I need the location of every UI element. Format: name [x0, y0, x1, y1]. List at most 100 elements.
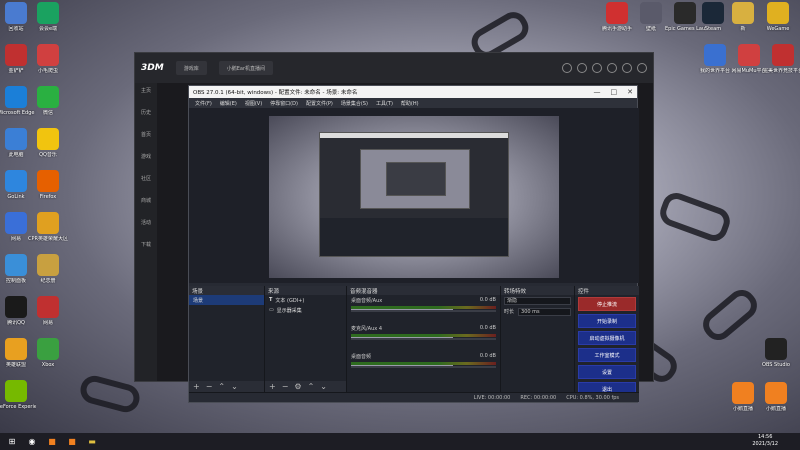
- start-recording-button[interactable]: 开始录制: [578, 314, 636, 328]
- settings-button[interactable]: 设置: [578, 365, 636, 379]
- sidebar-item[interactable]: 主页: [135, 83, 157, 105]
- sidebar-item[interactable]: 活动: [135, 215, 157, 237]
- down-icon[interactable]: ⌄: [320, 382, 327, 391]
- avatar[interactable]: [592, 63, 602, 73]
- duration-input[interactable]: 300 ms: [518, 307, 571, 316]
- desktop-icon[interactable]: 小鹅直播: [756, 382, 796, 412]
- desktop-icon[interactable]: CPR英雄荣耀大区: [28, 212, 68, 242]
- game-icon: [5, 44, 27, 66]
- desktop-icon[interactable]: QQ音乐: [28, 128, 68, 158]
- app-icon: [772, 44, 794, 66]
- source-item[interactable]: T 文本 (GDI+): [265, 295, 346, 305]
- game-icon: [606, 2, 628, 24]
- menu-docks[interactable]: 停靠窗口(D): [270, 100, 298, 107]
- launcher-tab-stream[interactable]: 小鹅Ear机直播间: [218, 61, 273, 75]
- wegame-icon: [767, 2, 789, 24]
- desktop-icon[interactable]: OBS Studio: [756, 338, 796, 368]
- game-icon: [5, 338, 27, 360]
- menu-edit[interactable]: 编辑(E): [220, 100, 237, 107]
- monitor-source-icon: ▭: [269, 307, 274, 313]
- minimize-icon[interactable]: —: [594, 88, 601, 96]
- source-item[interactable]: ▭ 显示器采集: [265, 305, 346, 315]
- desktop-icon-label: WeGame: [766, 26, 790, 32]
- desktop-icon[interactable]: WeGame: [758, 2, 798, 32]
- transition-duration-row: 时长 300 ms: [501, 306, 574, 317]
- desktop-icon[interactable]: Xbox: [28, 338, 68, 368]
- desktop-icon[interactable]: GeForce Experience: [0, 380, 36, 410]
- desktop-icon[interactable]: 完美世界竞技平台: [763, 44, 800, 74]
- sidebar-item[interactable]: 游戏: [135, 149, 157, 171]
- heart-icon[interactable]: [577, 63, 587, 73]
- wechat-icon: [37, 86, 59, 108]
- app-icon: [640, 2, 662, 24]
- studio-mode-button[interactable]: 工作室模式: [578, 348, 636, 362]
- up-icon[interactable]: ⌃: [218, 382, 225, 391]
- clock-time: 14:56: [757, 434, 773, 440]
- virtual-camera-button[interactable]: 启动虚拟摄像机: [578, 331, 636, 345]
- obs-docks: 场景 场景 + − ⌃ ⌄ 来源 T 文本 (GDI+) ▭ 显示器采集 + −: [189, 286, 639, 396]
- desktop-icon[interactable]: 微信: [28, 86, 68, 116]
- mixer-channel: 桌面音频 0.0 dB: [347, 351, 500, 379]
- channel-name: 麦克风/Aux 4: [351, 326, 383, 332]
- down-icon[interactable]: ⌄: [231, 382, 238, 391]
- mixer-dock: 音频混音器 桌面音频/Aux 0.0 dB 麦克风/Aux 4 0.0 dB 桌面音…: [347, 286, 501, 392]
- desktop-icon[interactable]: 小毛爬虫: [28, 44, 68, 74]
- clock[interactable]: 14:56 2021/3/12: [752, 434, 778, 448]
- obs-window[interactable]: OBS 27.0.1 (64-bit, windows) - 配置文件: 未命名…: [188, 85, 639, 403]
- desktop-icon[interactable]: 会会e端: [28, 2, 68, 32]
- scenes-toolbar: + − ⌃ ⌄: [189, 381, 264, 392]
- maximize-icon[interactable]: □: [611, 88, 618, 96]
- stop-streaming-button[interactable]: 停止推流: [578, 297, 636, 311]
- transition-type-select[interactable]: 渐隐: [504, 296, 571, 305]
- obs-statusbar: LIVE: 00:00:00 REC: 00:00:00 CPU: 0.8%, …: [189, 392, 639, 402]
- desktop-icon[interactable]: 纪念册: [28, 254, 68, 284]
- sidebar-item[interactable]: 下载: [135, 237, 157, 259]
- launcher-toolbar-icons: [562, 63, 647, 73]
- volume-slider[interactable]: [351, 365, 496, 368]
- folder-taskbar-icon[interactable]: ▬: [84, 436, 100, 448]
- sidebar-item[interactable]: 商城: [135, 193, 157, 215]
- minimize-icon[interactable]: [622, 63, 632, 73]
- gear-icon[interactable]: ⚙: [294, 382, 301, 391]
- remove-icon[interactable]: −: [206, 382, 213, 391]
- desktop-icon-label: Xbox: [41, 362, 55, 368]
- sidebar-item[interactable]: 社区: [135, 171, 157, 193]
- volume-slider[interactable]: [351, 337, 496, 340]
- app-icon: [37, 44, 59, 66]
- settings-icon[interactable]: [607, 63, 617, 73]
- add-icon[interactable]: +: [193, 382, 200, 391]
- add-icon[interactable]: +: [269, 382, 276, 391]
- desktop-icon-label: GeForce Experience: [0, 404, 36, 410]
- firefox-icon: [37, 170, 59, 192]
- close-icon[interactable]: ✕: [627, 88, 633, 96]
- menu-help[interactable]: 帮助(H): [401, 100, 419, 107]
- desktop-icon[interactable]: 新: [723, 2, 763, 32]
- up-icon[interactable]: ⌃: [308, 382, 315, 391]
- sidebar-item[interactable]: 首页: [135, 127, 157, 149]
- menu-scene-collection[interactable]: 场景集合(S): [341, 100, 368, 107]
- menu-profile[interactable]: 配置文件(P): [306, 100, 333, 107]
- history-icon[interactable]: [562, 63, 572, 73]
- menu-view[interactable]: 视图(V): [245, 100, 262, 107]
- desktop-icon[interactable]: Firefox: [28, 170, 68, 200]
- app-taskbar-icon[interactable]: ■: [44, 436, 60, 448]
- app-icon: [37, 254, 59, 276]
- app-taskbar-icon[interactable]: ■: [64, 436, 80, 448]
- obs-preview[interactable]: [189, 108, 639, 283]
- start-icon[interactable]: ⊞: [4, 436, 20, 448]
- launcher-tab-library[interactable]: 游戏库: [175, 61, 207, 75]
- app-icon: [37, 296, 59, 318]
- remove-icon[interactable]: −: [282, 382, 289, 391]
- desktop-icon[interactable]: 网易: [28, 296, 68, 326]
- menu-file[interactable]: 文件(F): [195, 100, 212, 107]
- desktop-icon-label: Firefox: [39, 194, 57, 200]
- close-icon[interactable]: [637, 63, 647, 73]
- wallpaper-chain: [697, 284, 763, 346]
- obs-taskbar-icon[interactable]: ◉: [24, 436, 40, 448]
- channel-name: 桌面音频: [351, 354, 372, 360]
- menu-tools[interactable]: 工具(T): [376, 100, 393, 107]
- nested-obs-window: [319, 132, 509, 257]
- sidebar-item[interactable]: 历史: [135, 105, 157, 127]
- volume-slider[interactable]: [351, 309, 496, 312]
- scene-item[interactable]: 场景: [189, 295, 264, 305]
